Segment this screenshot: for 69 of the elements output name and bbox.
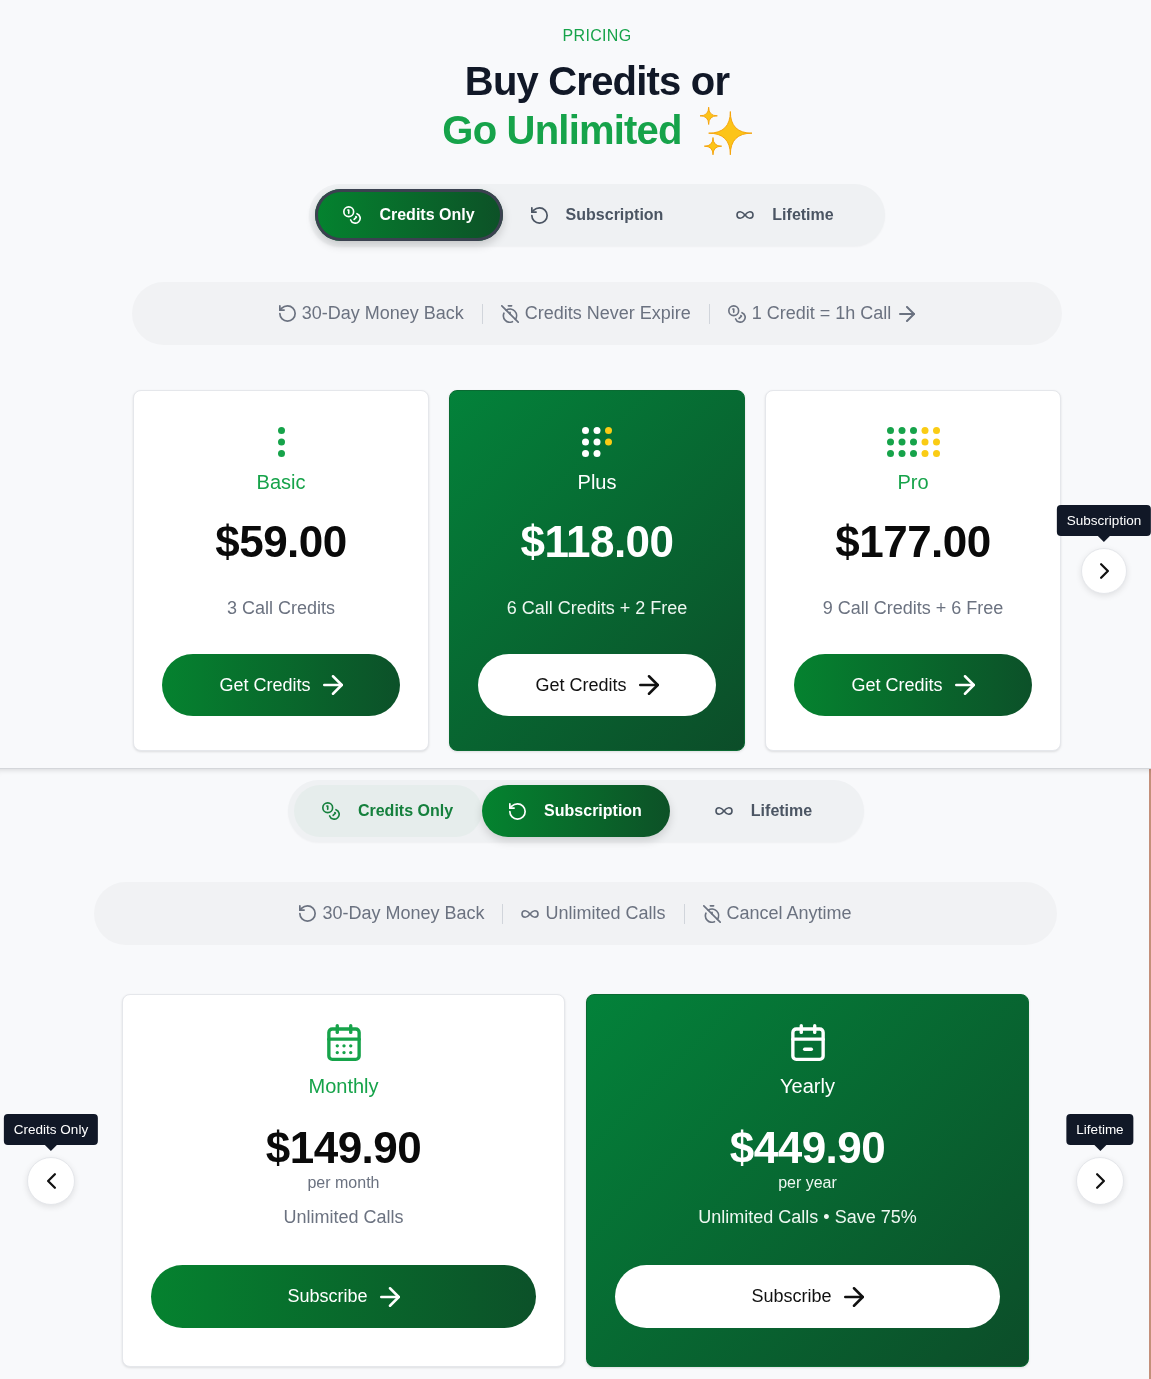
plan-type-tab[interactable]: Credits Only bbox=[315, 189, 503, 241]
pricing-title-highlight: Go Unlimited bbox=[442, 107, 682, 154]
chevron-left-icon bbox=[46, 1172, 56, 1189]
tooltip: Credits Only bbox=[3, 1113, 99, 1151]
refresh-icon bbox=[509, 802, 527, 820]
plan-price: $177.00 bbox=[835, 516, 991, 568]
tooltip: Lifetime bbox=[1066, 1113, 1134, 1151]
plan-button[interactable]: Subscribe bbox=[151, 1265, 536, 1328]
calendar-icon bbox=[790, 1024, 825, 1061]
arrow-right-icon bbox=[843, 1286, 864, 1307]
infinity-icon bbox=[521, 909, 540, 918]
coins-icon bbox=[321, 802, 340, 820]
plan-price: $149.90 bbox=[265, 1122, 422, 1174]
plan-description: Unlimited Calls • Save 75% bbox=[698, 1206, 917, 1228]
feature-text: Cancel Anytime bbox=[726, 903, 852, 924]
plan-period: per year bbox=[778, 1173, 837, 1193]
tooltip: Subscription bbox=[1056, 504, 1151, 542]
coins-icon bbox=[343, 206, 362, 224]
dot-grid-icon bbox=[277, 427, 285, 457]
pricing-eyebrow: PRICING bbox=[562, 27, 632, 45]
refresh-icon bbox=[278, 305, 296, 322]
feature-text: Credits Never Expire bbox=[524, 303, 691, 324]
arrow-right-icon bbox=[954, 675, 975, 695]
plan-description: Unlimited Calls bbox=[283, 1206, 404, 1228]
feature-text: Unlimited Calls bbox=[545, 903, 666, 924]
timer-off-icon bbox=[702, 904, 721, 923]
plan-price: $59.00 bbox=[215, 516, 347, 568]
arrow-right-icon bbox=[638, 675, 659, 695]
plan-name: Yearly bbox=[780, 1074, 835, 1098]
plan-type-tab[interactable]: Subscription bbox=[503, 189, 691, 241]
plan-button[interactable]: Subscribe bbox=[615, 1265, 1000, 1328]
dot-grid-icon bbox=[886, 427, 940, 457]
plan-button[interactable]: Get Credits bbox=[794, 654, 1032, 716]
plan-description: 3 Call Credits bbox=[226, 597, 335, 619]
feature-text: 30-Day Money Back bbox=[322, 903, 485, 924]
plan-type-tab[interactable]: Subscription bbox=[481, 785, 670, 837]
plan-name: Monthly bbox=[308, 1074, 379, 1098]
calendar-icon bbox=[326, 1024, 361, 1061]
arrow-right-icon bbox=[322, 675, 343, 695]
plan-description: 9 Call Credits + 6 Free bbox=[822, 597, 1004, 619]
next-button[interactable] bbox=[1081, 547, 1127, 594]
chevron-right-icon bbox=[1099, 562, 1109, 579]
sparkles-icon bbox=[699, 106, 752, 155]
plan-name: Basic bbox=[256, 470, 306, 494]
plan-type-tab[interactable]: Lifetime bbox=[669, 785, 858, 837]
chevron-right-icon bbox=[1095, 1172, 1105, 1189]
plan-description: 6 Call Credits + 2 Free bbox=[506, 597, 688, 619]
plan-button[interactable]: Get Credits bbox=[162, 654, 400, 716]
plan-name: Pro bbox=[897, 470, 929, 494]
refresh-icon bbox=[299, 905, 317, 922]
plan-period: per month bbox=[307, 1173, 380, 1193]
plan-price: $118.00 bbox=[520, 516, 674, 568]
feature-link[interactable]: 1 Credit = 1h Call bbox=[751, 303, 916, 324]
infinity-icon bbox=[736, 211, 755, 219]
plan-price: $449.90 bbox=[729, 1122, 886, 1174]
dot-grid-icon bbox=[582, 427, 612, 457]
feature-text: 30-Day Money Back bbox=[301, 303, 464, 324]
plan-type-tab[interactable]: Lifetime bbox=[691, 189, 879, 241]
plan-type-tab[interactable]: Credits Only bbox=[293, 785, 482, 837]
arrow-right-icon bbox=[899, 305, 916, 322]
refresh-icon bbox=[530, 206, 548, 224]
previous-button[interactable] bbox=[27, 1156, 75, 1205]
pricing-title: Buy Credits or bbox=[464, 58, 730, 105]
coins-icon bbox=[727, 304, 746, 323]
plan-button[interactable]: Get Credits bbox=[478, 654, 716, 716]
arrow-right-icon bbox=[379, 1286, 400, 1307]
infinity-icon bbox=[714, 807, 733, 815]
timer-off-icon bbox=[500, 304, 519, 323]
plan-name: Plus bbox=[577, 470, 617, 494]
